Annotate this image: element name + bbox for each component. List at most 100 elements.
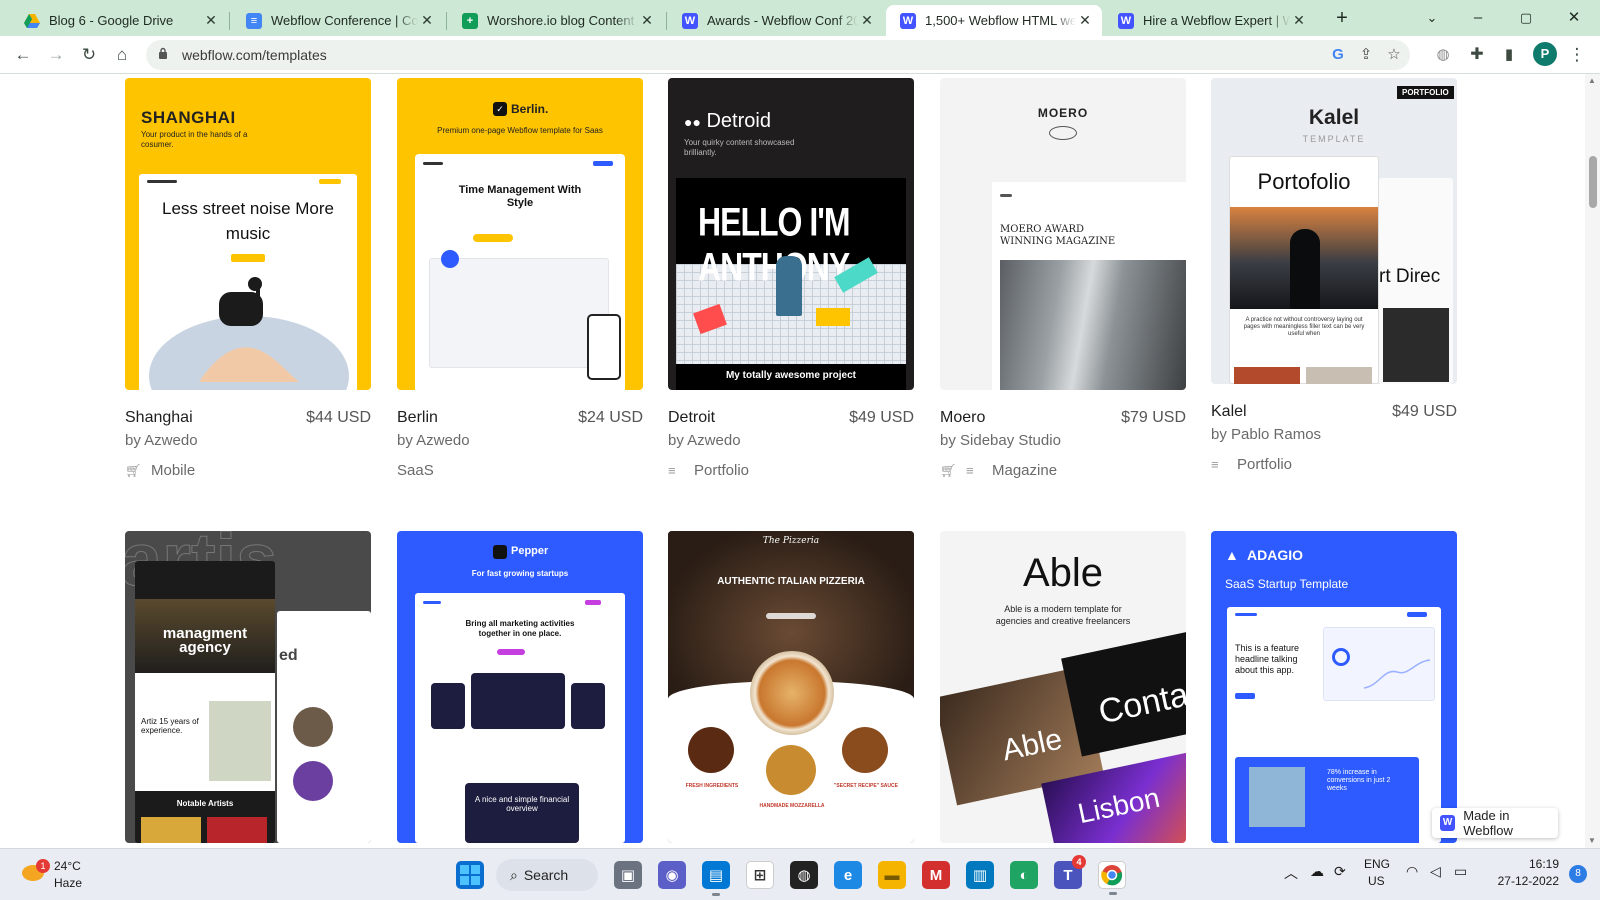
trello-icon[interactable]: ▥ <box>966 861 994 889</box>
widgets-icon[interactable]: ▤ <box>702 861 730 896</box>
template-card[interactable]: PORTFOLIO Kalel TEMPLATE rt Direc Portof… <box>1211 78 1457 473</box>
close-icon[interactable]: ✕ <box>1076 12 1094 29</box>
wifi-icon[interactable]: ◠ <box>1406 863 1418 880</box>
teams-chat-icon[interactable]: ◉ <box>658 861 686 889</box>
template-author[interactable]: by Azwedo <box>397 432 470 449</box>
reload-icon[interactable]: ↻ <box>78 44 100 66</box>
template-name[interactable]: Berlin <box>397 409 438 427</box>
template-name[interactable]: Kalel <box>1211 403 1247 421</box>
mcafee-icon[interactable]: M <box>922 861 950 889</box>
browser-tab[interactable]: W Awards - Webflow Conf 202 ✕ <box>668 5 884 36</box>
scroll-up-icon[interactable]: ▲ <box>1588 76 1596 85</box>
template-thumbnail[interactable]: ✓ Berlin. Premium one-page Webflow templ… <box>397 78 643 390</box>
template-thumbnail[interactable]: SHANGHAI Your product in the hands of a … <box>125 78 371 390</box>
more-menu-icon[interactable]: ⋮ <box>1566 44 1588 66</box>
chrome-icon[interactable] <box>1098 861 1126 895</box>
scroll-down-icon[interactable]: ▼ <box>1588 836 1596 845</box>
template-card[interactable]: MOERO MOERO AWARD WINNING MAGAZINE Moero… <box>940 78 1186 479</box>
browser-tab[interactable]: + Worshore.io blog Content F ✕ <box>448 5 664 36</box>
minimize-button[interactable]: – <box>1466 7 1490 29</box>
clock-time[interactable]: 16:19 <box>1509 857 1559 871</box>
star-icon[interactable]: ☆ <box>1384 45 1404 65</box>
window-close-button[interactable]: ✕ <box>1562 7 1586 29</box>
template-category[interactable]: ≡ Portfolio <box>668 462 749 479</box>
close-icon[interactable]: ✕ <box>858 12 876 29</box>
battery-icon[interactable]: ▭ <box>1454 863 1467 880</box>
file-explorer-icon[interactable]: ▬ <box>878 861 906 889</box>
extension-icon[interactable]: ◍ <box>1432 44 1454 66</box>
chevron-down-icon[interactable]: ⌄ <box>1420 7 1444 29</box>
close-icon[interactable]: ✕ <box>418 12 436 29</box>
template-name[interactable]: Detroit <box>668 409 715 427</box>
template-thumbnail[interactable]: The Pizzeria AUTHENTIC ITALIAN PIZZERIA … <box>668 531 914 843</box>
teams-icon[interactable]: T 4 <box>1054 855 1086 889</box>
template-thumbnail[interactable]: MOERO MOERO AWARD WINNING MAGAZINE <box>940 78 1186 390</box>
google-icon[interactable]: G <box>1328 45 1348 65</box>
browser-tab[interactable]: ≡ Webflow Conference | Com ✕ <box>232 5 444 36</box>
template-card[interactable]: Pepper For fast growing startups Bring a… <box>397 531 643 848</box>
template-card[interactable]: ▲ ADAGIO SaaS Startup Template This is a… <box>1211 531 1457 848</box>
region-label[interactable]: US <box>1368 874 1385 888</box>
template-thumbnail[interactable]: PORTFOLIO Kalel TEMPLATE rt Direc Portof… <box>1211 78 1457 384</box>
browser-tab[interactable]: W Hire a Webflow Expert | We ✕ <box>1104 5 1316 36</box>
profile-avatar[interactable]: P <box>1533 42 1557 66</box>
made-in-webflow-badge[interactable]: W Made in Webflow <box>1432 808 1558 838</box>
taskbar-search[interactable]: ⌕ Search <box>496 859 598 891</box>
template-thumbnail[interactable]: artis managment agency Artiz 15 years of… <box>125 531 371 843</box>
address-bar[interactable]: webflow.com/templates G ⇪ ☆ <box>146 40 1410 70</box>
weather-widget[interactable]: 1 <box>20 859 50 887</box>
browser-app-icon[interactable]: ◐ <box>1010 861 1038 889</box>
notification-badge[interactable]: 8 <box>1569 865 1587 883</box>
template-category[interactable]: SaaS <box>397 462 434 479</box>
adagio-logo-icon: ▲ <box>1225 547 1239 563</box>
page-scrollbar[interactable]: ▲ ▼ <box>1585 74 1600 848</box>
forward-icon[interactable]: → <box>45 44 67 66</box>
template-category[interactable]: 🛒︎ Mobile <box>125 462 195 479</box>
template-name[interactable]: Shanghai <box>125 409 193 427</box>
maximize-button[interactable]: ▢ <box>1514 7 1538 29</box>
puzzle-icon[interactable]: ✚ <box>1466 44 1488 66</box>
template-name[interactable]: Moero <box>940 409 985 427</box>
new-tab-button[interactable]: + <box>1330 7 1354 29</box>
template-author[interactable]: by Azwedo <box>668 432 741 449</box>
template-author[interactable]: by Azwedo <box>125 432 198 449</box>
chevron-up-icon[interactable]: ︿ <box>1284 863 1298 883</box>
back-icon[interactable]: ← <box>12 44 34 66</box>
template-card[interactable]: artis managment agency Artiz 15 years of… <box>125 531 371 848</box>
language-label[interactable]: ENG <box>1364 857 1390 871</box>
template-card[interactable]: ●● Detroid Your quirky content showcased… <box>668 78 914 479</box>
template-category[interactable]: 🛒︎ ≡ Magazine <box>940 462 1057 479</box>
windows-start-icon[interactable] <box>456 861 484 889</box>
clock-date[interactable]: 27-12-2022 <box>1488 874 1559 888</box>
browser-tab[interactable]: Blog 6 - Google Drive ✕ <box>10 5 228 36</box>
template-card[interactable]: SHANGHAI Your product in the hands of a … <box>125 78 371 479</box>
side-panel-icon[interactable]: ▮ <box>1498 44 1520 66</box>
template-thumbnail[interactable]: ●● Detroid Your quirky content showcased… <box>668 78 914 390</box>
template-thumbnail[interactable]: Pepper For fast growing startups Bring a… <box>397 531 643 843</box>
thumb-hero: HELLO I'M ANTHONY <box>698 199 850 289</box>
sync-icon[interactable]: ⟳ <box>1334 863 1346 880</box>
template-author[interactable]: by Sidebay Studio <box>940 432 1061 449</box>
close-icon[interactable]: ✕ <box>1290 12 1308 29</box>
close-icon[interactable]: ✕ <box>202 12 220 29</box>
template-author[interactable]: by Pablo Ramos <box>1211 426 1321 443</box>
template-card[interactable]: Able Able is a modern template for agenc… <box>940 531 1186 848</box>
cloud-icon[interactable]: ☁ <box>1310 863 1324 880</box>
home-icon[interactable]: ⌂ <box>111 44 133 66</box>
template-card[interactable]: The Pizzeria AUTHENTIC ITALIAN PIZZERIA … <box>668 531 914 848</box>
browser-tab-active[interactable]: W 1,500+ Webflow HTML web ✕ <box>886 5 1102 36</box>
template-card[interactable]: ✓ Berlin. Premium one-page Webflow templ… <box>397 78 643 479</box>
scrollbar-thumb[interactable] <box>1589 156 1597 208</box>
share-icon[interactable]: ⇪ <box>1356 45 1376 65</box>
thumb-item: FRESH INGREDIENTS <box>685 783 739 789</box>
template-thumbnail[interactable]: Able Able is a modern template for agenc… <box>940 531 1186 843</box>
template-category[interactable]: ≡ Portfolio <box>1211 456 1292 473</box>
task-view-icon[interactable]: ▣ <box>614 861 642 889</box>
microsoft-store-icon[interactable]: ⊞ <box>746 861 774 889</box>
app-icon[interactable]: ◍ <box>790 861 818 889</box>
edge-icon[interactable]: e <box>834 861 862 889</box>
close-icon[interactable]: ✕ <box>638 12 656 29</box>
volume-icon[interactable]: ◁ <box>1430 863 1441 880</box>
template-price: $79 USD <box>1121 409 1186 426</box>
template-thumbnail[interactable]: ▲ ADAGIO SaaS Startup Template This is a… <box>1211 531 1457 843</box>
